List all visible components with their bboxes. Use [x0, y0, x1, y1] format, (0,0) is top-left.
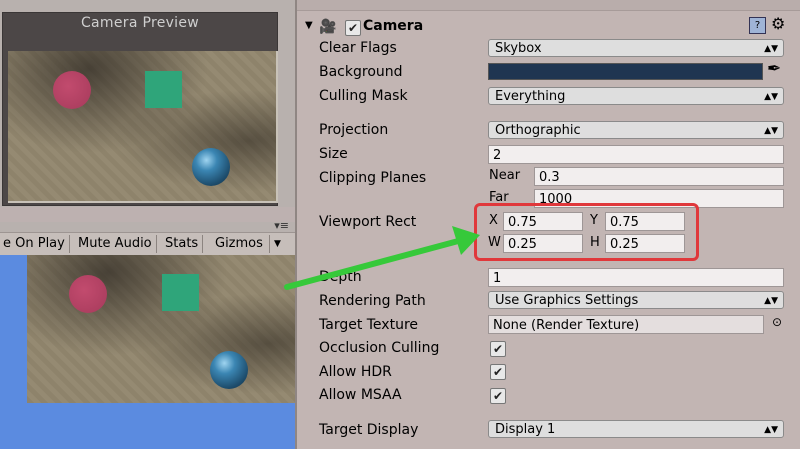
occlusion-culling-label: Occlusion Culling: [319, 340, 440, 356]
pink-circle-object: [53, 71, 91, 109]
game-view-toolbar: e On Play Mute Audio Stats Gizmos ▼: [0, 232, 295, 256]
maximize-on-play-button[interactable]: e On Play: [0, 235, 70, 253]
allow-msaa-label: Allow MSAA: [319, 387, 402, 403]
rendering-path-label: Rendering Path: [319, 293, 426, 309]
camera-preview-title: Camera Preview: [80, 15, 200, 31]
dropdown-arrow-icon: ▲▼: [764, 425, 778, 435]
near-clip-input[interactable]: 0.3: [534, 167, 784, 186]
size-label: Size: [319, 146, 348, 162]
gear-icon[interactable]: ⚙: [771, 14, 785, 33]
component-enabled-checkbox[interactable]: ✔: [345, 20, 361, 36]
size-input[interactable]: 2: [488, 145, 784, 164]
gizmos-dropdown-icon[interactable]: ▼: [269, 235, 285, 253]
allow-hdr-label: Allow HDR: [319, 364, 392, 380]
dropdown-arrow-icon: ▲▼: [764, 126, 778, 136]
pink-circle-object: [69, 275, 107, 313]
menu-icon[interactable]: ▾≡: [274, 219, 289, 232]
viewport-rect-highlight: [474, 203, 699, 261]
rendering-path-dropdown[interactable]: Use Graphics Settings ▲▼: [488, 291, 784, 309]
target-display-dropdown[interactable]: Display 1 ▲▼: [488, 420, 784, 438]
culling-mask-label: Culling Mask: [319, 88, 408, 104]
clear-flags-dropdown[interactable]: Skybox ▲▼: [488, 39, 784, 57]
allow-msaa-checkbox[interactable]: ✔: [490, 388, 506, 404]
culling-mask-value: Everything: [495, 89, 566, 104]
depth-label: Depth: [319, 269, 362, 285]
component-title: Camera: [363, 18, 424, 34]
allow-hdr-checkbox[interactable]: ✔: [490, 364, 506, 380]
mute-audio-button[interactable]: Mute Audio: [74, 235, 157, 253]
dropdown-arrow-icon: ▲▼: [764, 296, 778, 306]
help-book-icon[interactable]: ?: [749, 17, 766, 34]
clipping-planes-label: Clipping Planes: [319, 170, 427, 186]
background-label: Background: [319, 64, 403, 80]
unity-editor-screenshot: Camera Preview ▾≡ e On Play Mute Audio S…: [0, 0, 800, 449]
target-display-value: Display 1: [495, 422, 556, 437]
target-texture-label: Target Texture: [319, 317, 419, 333]
rendering-path-value: Use Graphics Settings: [495, 293, 639, 308]
camera-preview-render: [8, 51, 278, 203]
game-view-header: ▾≡: [0, 219, 295, 232]
inspector-panel: ▼ 🎥 ✔ Camera ? ⚙ Clear Flags Skybox ▲▼ Ba…: [295, 0, 800, 449]
clear-flags-label: Clear Flags: [319, 40, 397, 56]
eyedropper-icon[interactable]: ✒: [767, 59, 781, 79]
green-cube-object: [145, 71, 182, 108]
projection-value: Orthographic: [495, 123, 581, 138]
foldout-arrow-icon[interactable]: ▼: [305, 20, 313, 31]
target-display-label: Target Display: [319, 422, 419, 438]
stats-button[interactable]: Stats: [161, 235, 204, 253]
game-view-viewport-render: [27, 255, 295, 403]
near-label: Near: [489, 168, 521, 183]
projection-label: Projection: [319, 122, 389, 138]
transform-row-cutoff: [297, 0, 800, 11]
object-picker-icon[interactable]: ⊙: [772, 315, 782, 329]
occlusion-culling-checkbox[interactable]: ✔: [490, 341, 506, 357]
background-color-field[interactable]: [488, 63, 763, 80]
dropdown-arrow-icon: ▲▼: [764, 44, 778, 54]
clear-flags-value: Skybox: [495, 41, 542, 56]
gizmos-button[interactable]: Gizmos: [211, 235, 267, 253]
depth-input[interactable]: 1: [488, 268, 784, 287]
blue-sphere-object: [210, 351, 248, 389]
camera-icon: 🎥: [319, 19, 337, 35]
game-view: [0, 255, 295, 449]
target-texture-field[interactable]: None (Render Texture): [488, 315, 764, 334]
projection-dropdown[interactable]: Orthographic ▲▼: [488, 121, 784, 139]
viewport-rect-label: Viewport Rect: [319, 214, 417, 230]
culling-mask-dropdown[interactable]: Everything ▲▼: [488, 87, 784, 105]
blue-sphere-object: [192, 148, 230, 186]
camera-preview-window: Camera Preview: [2, 12, 278, 206]
scene-view-panel: Camera Preview: [0, 0, 295, 207]
green-cube-object: [162, 274, 199, 311]
dropdown-arrow-icon: ▲▼: [764, 92, 778, 102]
